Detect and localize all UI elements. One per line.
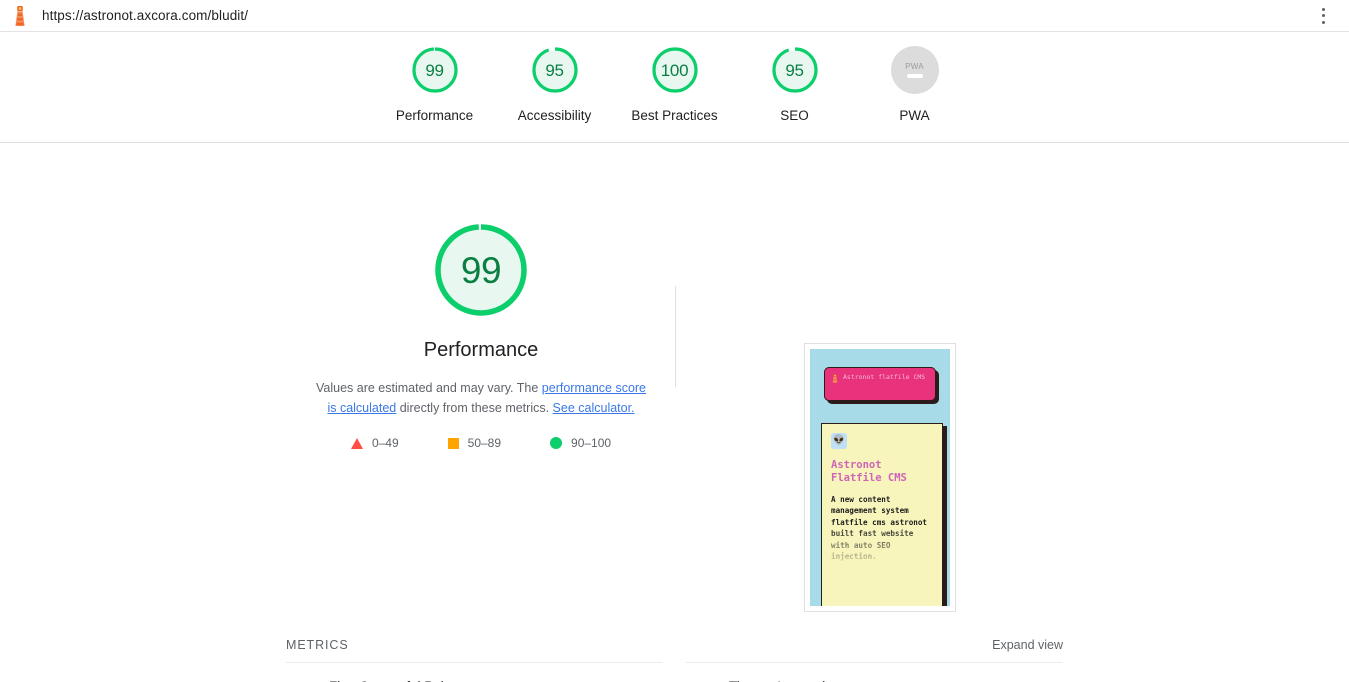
desc-text-1: Values are estimated and may vary. The (315, 381, 542, 395)
circle-pass-icon (550, 437, 563, 449)
performance-description: Values are estimated and may vary. The p… (312, 378, 650, 418)
score-value: 95 (785, 60, 804, 80)
score-value: 100 (660, 60, 689, 80)
section-divider (675, 286, 676, 387)
lighthouse-icon (15, 5, 25, 26)
pwa-dash-icon (906, 73, 923, 78)
score-label: Best Practices (631, 108, 718, 123)
metric-item-time-to-interactive[interactable]: Time to Interactive 1.6 s (686, 662, 1063, 682)
performance-summary: 99 Performance Values are estimated and … (286, 222, 676, 450)
gauge-ring: 99 (411, 46, 459, 94)
triangle-fail-icon (350, 437, 363, 449)
thumbnail-navbar-text: Astronot flatfile CMS (843, 373, 926, 381)
score-label: SEO (780, 108, 809, 123)
kebab-dot (1321, 7, 1325, 11)
metrics-header: METRICS Expand view (286, 638, 1063, 652)
legend-range: 50–89 (467, 436, 502, 450)
legend-range: 0–49 (371, 436, 399, 450)
score-label: Accessibility (517, 108, 592, 123)
final-screenshot-thumbnail[interactable]: Astronot flatfile CMS 👽 Astronot Flatfil… (804, 343, 956, 612)
astronaut-icon: 👽 (831, 433, 847, 449)
score-gauge-pwa[interactable]: PWA PWA (855, 46, 975, 123)
score-gauge-seo[interactable]: 95 SEO (735, 46, 855, 123)
report-body: 99 Performance Values are estimated and … (0, 143, 1349, 682)
desc-text-2: directly from these metrics. (396, 401, 553, 415)
performance-gauge: 99 (433, 222, 529, 318)
score-value: 95 (545, 60, 564, 80)
thumbnail-card-body: A new content management system flatfile… (831, 495, 928, 562)
kebab-menu-icon[interactable] (1315, 7, 1331, 25)
legend-item-pass: 90–100 (550, 436, 611, 450)
pwa-badge-text: PWA (905, 61, 924, 71)
gauge-ring: 95 (771, 46, 819, 94)
square-average-icon (447, 437, 459, 449)
expand-view-button[interactable]: Expand view (992, 638, 1063, 652)
thumbnail-site-navbar: Astronot flatfile CMS (824, 367, 936, 401)
score-value: 99 (425, 60, 444, 80)
score-label: PWA (899, 108, 930, 123)
performance-score-value: 99 (460, 249, 502, 291)
score-label: Performance (395, 108, 474, 123)
legend-range: 90–100 (571, 436, 612, 450)
score-gauge-performance[interactable]: 99 Performance (375, 46, 495, 123)
metrics-section-title: METRICS (286, 638, 349, 652)
kebab-dot (1321, 14, 1325, 17)
legend-item-average: 50–89 (447, 436, 502, 450)
lighthouse-icon (832, 374, 838, 383)
page-title: Performance (423, 339, 539, 361)
thumbnail-site-card: 👽 Astronot Flatfile CMS A new content ma… (821, 423, 943, 606)
metric-item-first-contentful-paint[interactable]: First Contentful Paint 1.6 s (286, 662, 663, 682)
category-scores-strip: 99 Performance 95 Accessibility 100 Best… (0, 32, 1349, 143)
score-gauge-best-practices[interactable]: 100 Best Practices (615, 46, 735, 123)
gauge-ring: 100 (651, 46, 699, 94)
thumbnail-canvas: Astronot flatfile CMS 👽 Astronot Flatfil… (810, 349, 950, 606)
see-calculator-link[interactable]: See calculator. (553, 401, 635, 415)
score-legend: 0–49 50–89 90–100 (350, 436, 611, 450)
legend-item-fail: 0–49 (350, 436, 399, 450)
pwa-badge-icon: PWA (890, 46, 939, 94)
kebab-dot (1321, 20, 1325, 24)
url-text[interactable]: https://astronot.axcora.com/bludit/ (42, 8, 248, 23)
score-gauge-accessibility[interactable]: 95 Accessibility (495, 46, 615, 123)
browser-toolbar: https://astronot.axcora.com/bludit/ (0, 0, 1349, 32)
gauge-ring: 95 (531, 46, 579, 94)
thumbnail-card-title: Astronot Flatfile CMS (831, 459, 907, 484)
metrics-grid: First Contentful Paint 1.6 s Time to Int… (286, 662, 1063, 682)
